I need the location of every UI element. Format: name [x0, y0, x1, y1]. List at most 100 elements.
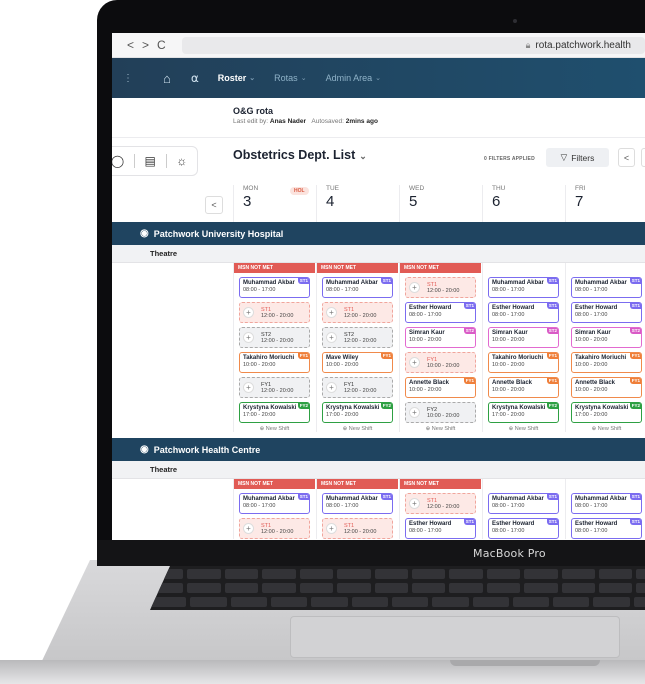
day-header[interactable]: MON 3 HOL	[233, 185, 315, 222]
shift-card[interactable]: Takahiro Moriuchi 10:00 - 20:00 FY1	[239, 352, 310, 373]
shift-card[interactable]: Annette Black 10:00 - 20:00 FY1	[571, 377, 642, 398]
shift-card[interactable]: Muhammad Akbar 08:00 - 17:00 ST1	[488, 277, 559, 298]
shift-card[interactable]: Simran Kaur 10:00 - 20:00 ST2	[405, 327, 476, 348]
shift-card[interactable]: Krystyna Kowalski 17:00 - 20:00 FY2	[571, 402, 642, 423]
more-vertical-icon[interactable]: ⋮	[123, 73, 133, 84]
open-shift-card[interactable]: + FY2 10:00 - 20:00	[405, 402, 476, 423]
new-shift-button[interactable]: ⊕ New Shift	[483, 426, 564, 432]
staff-name: Esther Howard	[575, 305, 618, 311]
add-icon[interactable]: +	[326, 382, 337, 393]
shift-card[interactable]: Muhammad Akbar 08:00 - 17:00 ST1	[571, 277, 642, 298]
nav-rotas-label: Rotas	[274, 73, 298, 83]
shift-card[interactable]: Krystyna Kowalski 17:00 - 20:00 FY2	[488, 402, 559, 423]
shift-card[interactable]: Krystyna Kowalski 17:00 - 20:00 FY2	[239, 402, 310, 423]
add-icon[interactable]: +	[409, 498, 420, 509]
new-shift-button[interactable]: ⊕ New Shift	[317, 426, 398, 432]
previous-day-button[interactable]: <	[205, 196, 223, 214]
home-icon[interactable]: ⌂	[163, 71, 171, 86]
address-bar[interactable]: 🔒︎ rota.patchwork.health	[181, 36, 645, 54]
new-shift-button[interactable]: ⊕ New Shift	[400, 426, 481, 432]
list-title-dropdown[interactable]: Obstetrics Dept. List ⌄	[233, 148, 367, 162]
day-header[interactable]: WED 5	[399, 185, 481, 222]
new-shift-button[interactable]: ⊕ New Shift	[566, 426, 645, 432]
nav-admin-area[interactable]: Admin Area ⌄	[326, 73, 381, 83]
open-shift-card[interactable]: + ST2 12:00 - 20:00	[239, 327, 310, 348]
previous-week-button[interactable]: <	[618, 148, 635, 167]
back-icon[interactable]: <	[127, 38, 134, 52]
shift-card[interactable]: Esther Howard 08:00 - 17:00 ST1	[405, 518, 476, 539]
add-icon[interactable]: +	[243, 382, 254, 393]
grade-badge: FY1	[380, 353, 392, 359]
hospital-header[interactable]: ◉ Patchwork University Hospital	[112, 222, 645, 245]
shift-card[interactable]: Annette Black 10:00 - 20:00 FY1	[405, 377, 476, 398]
open-shift-card[interactable]: + FY1 10:00 - 20:00	[405, 352, 476, 373]
add-icon[interactable]: +	[326, 332, 337, 343]
shift-card[interactable]: Muhammad Akbar 08:00 - 17:00 ST1	[571, 493, 642, 514]
shift-card[interactable]: Mave Wiley 10:00 - 20:00 FY1	[322, 352, 393, 373]
nav-rotas[interactable]: Rotas ⌄	[274, 73, 306, 83]
filters-button[interactable]: ▽ Filters	[546, 148, 609, 167]
add-icon[interactable]: +	[243, 307, 254, 318]
open-shift-card[interactable]: + ST1 12:00 - 20:00	[239, 302, 310, 323]
staff-name: Esther Howard	[492, 305, 535, 311]
shift-card[interactable]: Simran Kaur 10:00 - 20:00 ST2	[488, 327, 559, 348]
open-shift-card[interactable]: + ST1 12:00 - 20:00	[322, 518, 393, 539]
shift-card[interactable]: Esther Howard 08:00 - 17:00 ST1	[405, 302, 476, 323]
add-icon[interactable]: +	[326, 523, 337, 534]
shift-card[interactable]: Muhammad Akbar 08:00 - 17:00 ST1	[239, 493, 310, 514]
add-icon[interactable]: +	[243, 332, 254, 343]
shift-time: 08:00 - 17:00	[492, 503, 525, 509]
people-view-icon[interactable]: ◯	[112, 154, 124, 168]
open-shift-card[interactable]: + ST1 12:00 - 20:00	[405, 493, 476, 514]
open-shift-card[interactable]: + ST1 12:00 - 20:00	[405, 277, 476, 298]
open-shift-text: ST2 12:00 - 20:00	[261, 332, 293, 344]
list-view-icon[interactable]: ▤	[145, 154, 156, 168]
open-shift-card[interactable]: + ST1 12:00 - 20:00	[239, 518, 310, 539]
shift-card[interactable]: Muhammad Akbar 08:00 - 17:00 ST1	[322, 277, 393, 298]
shift-time: 08:00 - 17:00	[243, 287, 276, 293]
day-header[interactable]: THU 6	[482, 185, 564, 222]
bell-icon[interactable]: ⍺	[191, 71, 199, 85]
add-icon[interactable]: +	[243, 523, 254, 534]
open-shift-card[interactable]: + FY1 12:00 - 20:00	[239, 377, 310, 398]
shift-card[interactable]: Esther Howard 08:00 - 17:00 ST1	[488, 302, 559, 323]
shift-card[interactable]: Annette Black 10:00 - 20:00 FY1	[488, 377, 559, 398]
shift-time: 08:00 - 17:00	[326, 287, 359, 293]
open-shift-card[interactable]: + ST1 12:00 - 20:00	[322, 302, 393, 323]
next-week-button[interactable]	[641, 148, 645, 167]
sun-view-icon[interactable]: ☼	[176, 154, 187, 168]
shift-card[interactable]: Muhammad Akbar 08:00 - 17:00 ST1	[239, 277, 310, 298]
forward-icon[interactable]: >	[142, 38, 149, 52]
shift-card[interactable]: Muhammad Akbar 08:00 - 17:00 ST1	[488, 493, 559, 514]
open-shift-text: ST1 12:00 - 20:00	[427, 282, 459, 294]
staff-name: Simran Kaur	[492, 330, 528, 336]
day-header[interactable]: TUE 4	[316, 185, 398, 222]
day-header[interactable]: FRI 7	[565, 185, 645, 222]
shift-card[interactable]: Esther Howard 08:00 - 17:00 ST1	[571, 302, 642, 323]
reload-icon[interactable]: C	[157, 38, 166, 52]
day-name: THU	[492, 185, 506, 192]
add-icon[interactable]: +	[409, 357, 420, 368]
grade-badge: FY2	[629, 403, 641, 409]
shift-card[interactable]: Muhammad Akbar 08:00 - 17:00 ST1	[322, 493, 393, 514]
shift-card[interactable]: Esther Howard 08:00 - 17:00 ST1	[571, 518, 642, 539]
add-icon[interactable]: +	[409, 407, 420, 418]
open-shift-time: 12:00 - 20:00	[261, 312, 294, 319]
open-shift-card[interactable]: + ST2 12:00 - 20:00	[322, 327, 393, 348]
new-shift-button[interactable]: ⊕ New Shift	[234, 426, 315, 432]
nav-roster[interactable]: Roster ⌄	[218, 73, 255, 83]
add-icon[interactable]: +	[409, 282, 420, 293]
shift-card[interactable]: Krystyna Kowalski 17:00 - 20:00 FY2	[322, 402, 393, 423]
hospital-header[interactable]: ◉ Patchwork Health Centre	[112, 438, 645, 461]
open-shift-card[interactable]: + FY1 12:00 - 20:00	[322, 377, 393, 398]
shift-card[interactable]: Takahiro Moriuchi 10:00 - 20:00 FY1	[571, 352, 642, 373]
shift-card[interactable]: Esther Howard 08:00 - 17:00 ST1	[488, 518, 559, 539]
view-switcher: ◯ ▤ ☼	[112, 146, 198, 176]
last-edit-prefix: Last edit by:	[233, 118, 269, 125]
shift-card[interactable]: Takahiro Moriuchi 10:00 - 20:00 FY1	[488, 352, 559, 373]
shift-time: 17:00 - 20:00	[243, 412, 276, 418]
staff-name: Muhammad Akbar	[326, 280, 378, 286]
shift-card[interactable]: Simran Kaur 10:00 - 20:00 ST2	[571, 327, 642, 348]
add-icon[interactable]: +	[326, 307, 337, 318]
day-column: MSN NOT MET Muhammad Akbar 08:00 - 17:00 ST…	[233, 263, 315, 432]
